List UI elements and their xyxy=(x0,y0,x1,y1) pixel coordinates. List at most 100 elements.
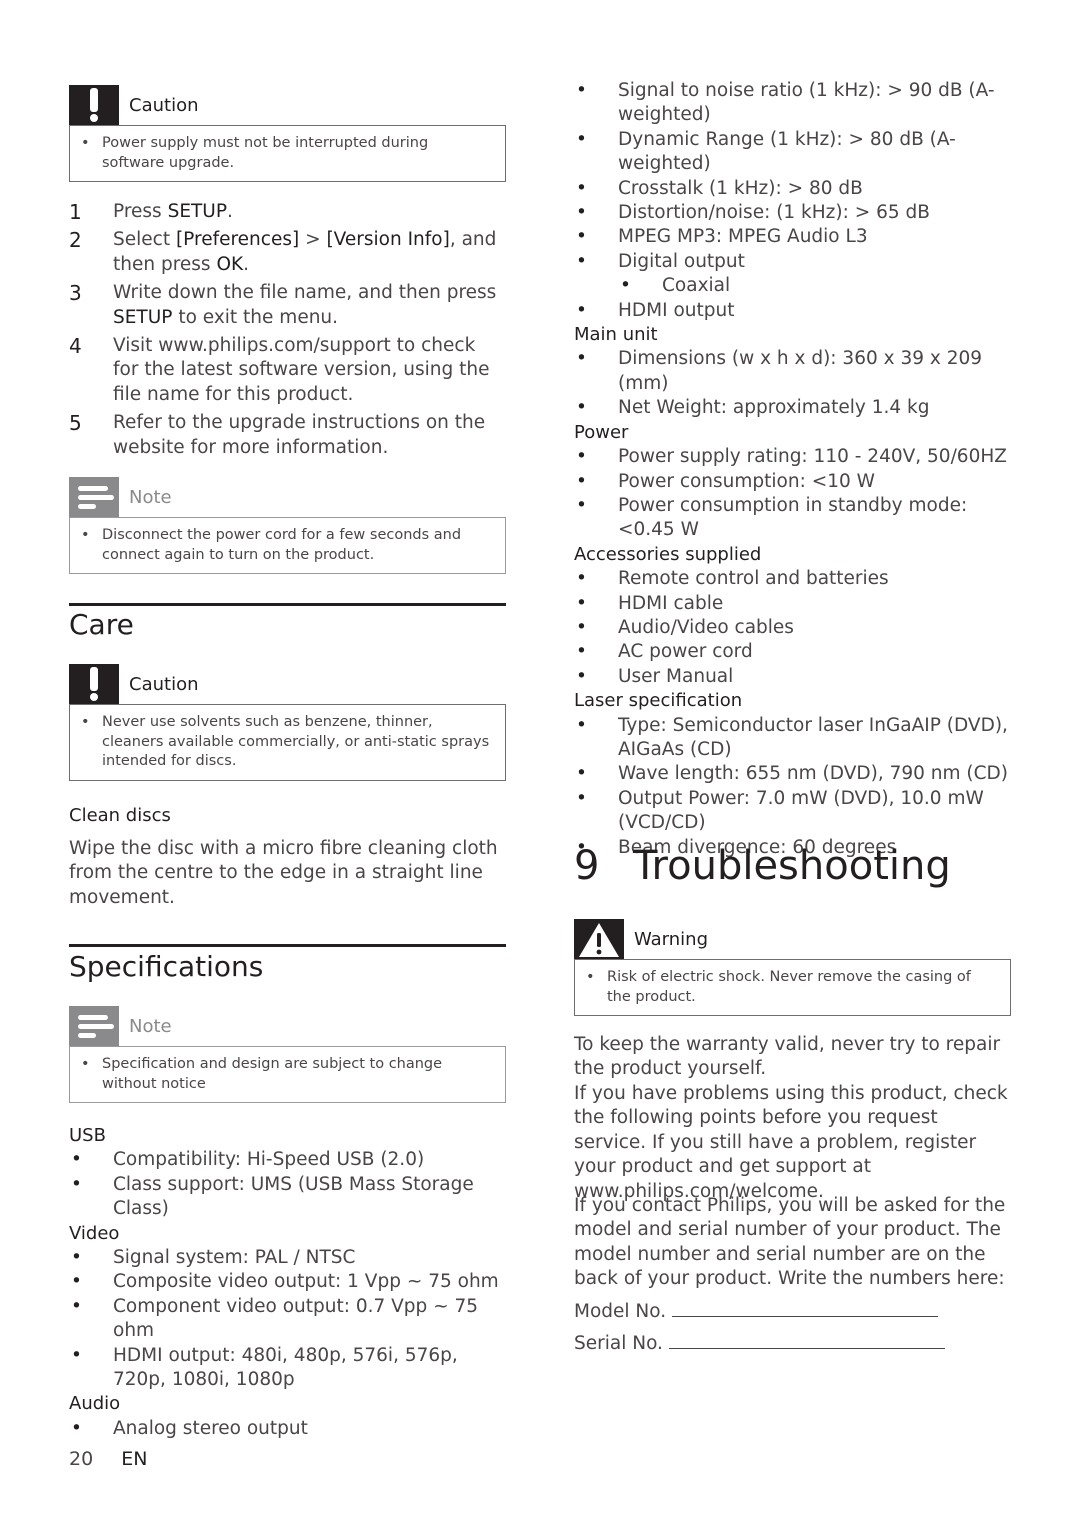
spec-group-heading: Main unit xyxy=(574,324,658,346)
spec-item: HDMI output xyxy=(574,299,1014,324)
spec-group-heading: Accessories supplied xyxy=(574,543,762,565)
spec-item: Compatibility: Hi-Speed USB (2.0) xyxy=(69,1148,506,1173)
step-number: 2 xyxy=(69,228,82,253)
step-keyword: [Version Info] xyxy=(326,229,450,251)
step-number: 4 xyxy=(69,334,82,359)
warning-title: Warning xyxy=(634,929,709,950)
step-item: 2 Select [Preferences] > [Version Info], … xyxy=(69,228,506,277)
step-item: 5 Refer to the upgrade instructions on th… xyxy=(69,411,506,460)
caution-item: Never use solvents such as benzene, thin… xyxy=(81,713,491,772)
clean-discs-text: Wipe the disc with a micro fibre cleanin… xyxy=(69,838,498,908)
spec-group-heading: USB xyxy=(69,1125,106,1146)
step-keyword: OK xyxy=(216,253,244,275)
step-text: . xyxy=(227,201,233,222)
spec-item: Analog stereo output xyxy=(69,1417,506,1442)
spec-item: AC power cord xyxy=(574,640,1014,665)
spec-group-heading: Video xyxy=(69,1222,120,1244)
spec-item: Crosstalk (1 kHz): > 80 dB xyxy=(574,177,1014,202)
model-number-field: Model No. xyxy=(574,1298,1014,1324)
page-number: 20 xyxy=(69,1448,94,1470)
note-box-specifications: Note Specification and design are subjec… xyxy=(69,1006,506,1103)
step-number: 5 xyxy=(69,411,82,436)
note-box-power-cord: Note Disconnect the power cord for a few… xyxy=(69,477,506,574)
note-title: Note xyxy=(129,1016,172,1037)
step-text: Write down the file name, and then press xyxy=(113,282,497,304)
caution-item: Power supply must not be interrupted dur… xyxy=(81,134,491,173)
spec-item: MPEG MP3: MPEG Audio L3 xyxy=(574,225,1014,250)
spec-list-right: Signal to noise ratio (1 kHz): > 90 dB (… xyxy=(574,79,1014,860)
spec-item: HDMI cable xyxy=(574,592,1014,617)
spec-list-left: USBCompatibility: Hi-Speed USB (2.0)Clas… xyxy=(69,1124,506,1442)
spec-item: Power supply rating: 110 - 240V, 50/60HZ xyxy=(574,445,1014,470)
step-text: Visit www.philips.com/support to check f… xyxy=(113,335,490,405)
step-item: 3 Write down the file name, and then pres… xyxy=(69,281,506,330)
spec-item: Output Power: 7.0 mW (DVD), 10.0 mW (VCD… xyxy=(574,787,1014,836)
spec-item: User Manual xyxy=(574,665,1014,690)
language-code: EN xyxy=(121,1448,148,1470)
step-text: . xyxy=(243,253,250,275)
upgrade-steps: 1 Press SETUP. 2 Select [Preferences] > [Ve… xyxy=(69,200,506,464)
warning-triangle-icon xyxy=(574,919,624,959)
spec-item: Signal system: PAL / NTSC xyxy=(69,1246,506,1271)
spec-item: Component video output: 0.7 Vpp ~ 75 ohm xyxy=(69,1295,506,1344)
step-text: > xyxy=(299,229,327,251)
chapter-title: Troubleshooting xyxy=(633,843,951,889)
serial-number-label: Serial No. xyxy=(574,1333,663,1354)
spec-item: HDMI output: 480i, 480p, 576i, 576p, 720… xyxy=(69,1344,506,1393)
step-number: 3 xyxy=(69,281,82,306)
caution-title: Caution xyxy=(129,95,199,116)
spec-item: Wave length: 655 nm (DVD), 790 nm (CD) xyxy=(574,762,1014,787)
spec-item: Power consumption in standby mode: <0.45… xyxy=(574,494,1014,543)
spec-item: Signal to noise ratio (1 kHz): > 90 dB (… xyxy=(574,79,1014,128)
troubleshooting-heading: 9 Troubleshooting xyxy=(574,843,951,889)
step-text: Refer to the upgrade instructions on the… xyxy=(113,412,486,458)
note-title: Note xyxy=(129,487,172,508)
spec-item: Dynamic Range (1 kHz): > 80 dB (A-weight… xyxy=(574,128,1014,177)
serial-number-field: Serial No. xyxy=(574,1330,1014,1356)
note-lines-icon xyxy=(69,1006,119,1046)
spec-item: Class support: UMS (USB Mass Storage Cla… xyxy=(69,1173,506,1222)
model-number-label: Model No. xyxy=(574,1301,667,1322)
step-item: 4 Visit www.philips.com/support to check … xyxy=(69,334,506,407)
spec-group-heading: Power xyxy=(574,421,629,443)
specifications-heading: Specifications xyxy=(69,950,264,983)
note-item: Specification and design are subject to … xyxy=(81,1055,491,1094)
chapter-number: 9 xyxy=(574,843,600,889)
section-divider xyxy=(69,603,506,606)
spec-group-heading: Audio xyxy=(69,1393,121,1415)
spec-item: Power consumption: <10 W xyxy=(574,470,1014,495)
contact-text: If you contact Philips, you will be aske… xyxy=(574,1195,1006,1290)
spec-item: Coaxial xyxy=(574,274,1014,299)
spec-item: Net Weight: approximately 1.4 kg xyxy=(574,396,1014,421)
step-keyword: SETUP xyxy=(113,306,173,328)
step-text: to exit the menu. xyxy=(172,306,339,328)
spec-item: Type: Semiconductor laser InGaAIP (DVD),… xyxy=(574,714,1014,763)
step-keyword: SETUP xyxy=(167,201,228,222)
caution-box-software-upgrade: Caution Power supply must not be interru… xyxy=(69,85,506,182)
step-text: Select xyxy=(113,229,176,251)
step-number: 1 xyxy=(69,200,82,224)
spec-item: Remote control and batteries xyxy=(574,567,1014,592)
model-number-blank xyxy=(672,1298,939,1317)
care-heading: Care xyxy=(69,608,134,641)
problems-text: If you have problems using this product,… xyxy=(574,1083,1008,1202)
spec-item: Digital output xyxy=(574,250,1014,275)
caution-title: Caution xyxy=(129,674,199,695)
serial-number-blank xyxy=(668,1330,945,1349)
caution-box-care: Caution Never use solvents such as benze… xyxy=(69,664,506,781)
warning-box: Warning Risk of electric shock. Never re… xyxy=(574,919,1011,1016)
warranty-text: To keep the warranty valid, never try to… xyxy=(574,1034,1001,1080)
exclamation-icon xyxy=(69,664,119,704)
note-item: Disconnect the power cord for a few seco… xyxy=(81,526,491,565)
step-keyword: [Preferences] xyxy=(175,229,300,251)
page-footer: 20 EN xyxy=(69,1448,147,1470)
spec-item: Composite video output: 1 Vpp ~ 75 ohm xyxy=(69,1270,506,1295)
step-item: 1 Press SETUP. xyxy=(69,200,506,224)
clean-discs-heading: Clean discs xyxy=(69,805,171,826)
spec-item: Audio/Video cables xyxy=(574,616,1014,641)
exclamation-icon xyxy=(69,85,119,125)
section-divider xyxy=(69,944,506,947)
note-lines-icon xyxy=(69,477,119,517)
spec-group-heading: Laser specification xyxy=(574,690,743,712)
step-text: Press xyxy=(113,201,168,222)
